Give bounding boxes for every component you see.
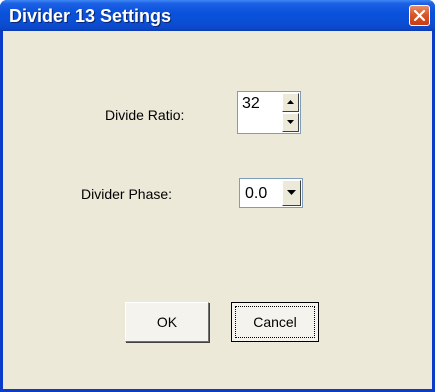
spin-up-button[interactable]	[282, 93, 299, 112]
title-bar[interactable]: Divider 13 Settings	[0, 0, 435, 31]
close-icon	[413, 9, 426, 22]
chevron-down-icon	[287, 190, 296, 195]
divider-phase-value[interactable]: 0.0	[245, 184, 267, 204]
divide-ratio-spinner[interactable]: 32	[237, 91, 301, 134]
window-title: Divider 13 Settings	[9, 6, 172, 26]
arrow-down-icon	[287, 120, 294, 124]
dropdown-button[interactable]	[282, 180, 301, 206]
dialog-body: Divide Ratio: 32 Divider Phase: 0.0 OK C…	[3, 31, 432, 389]
cancel-button-label: Cancel	[253, 314, 297, 330]
divider-phase-dropdown[interactable]: 0.0	[239, 178, 303, 208]
spin-down-button[interactable]	[282, 113, 299, 132]
close-button[interactable]	[409, 5, 430, 26]
arrow-up-icon	[287, 100, 294, 104]
divide-ratio-value[interactable]: 32	[242, 94, 260, 114]
divide-ratio-label: Divide Ratio:	[105, 107, 185, 123]
ok-button[interactable]: OK	[125, 302, 209, 342]
divider-phase-label: Divider Phase:	[81, 186, 173, 202]
cancel-button[interactable]: Cancel	[231, 302, 319, 342]
dialog-window: Divider 13 Settings Divide Ratio: 32 Div…	[0, 0, 435, 392]
